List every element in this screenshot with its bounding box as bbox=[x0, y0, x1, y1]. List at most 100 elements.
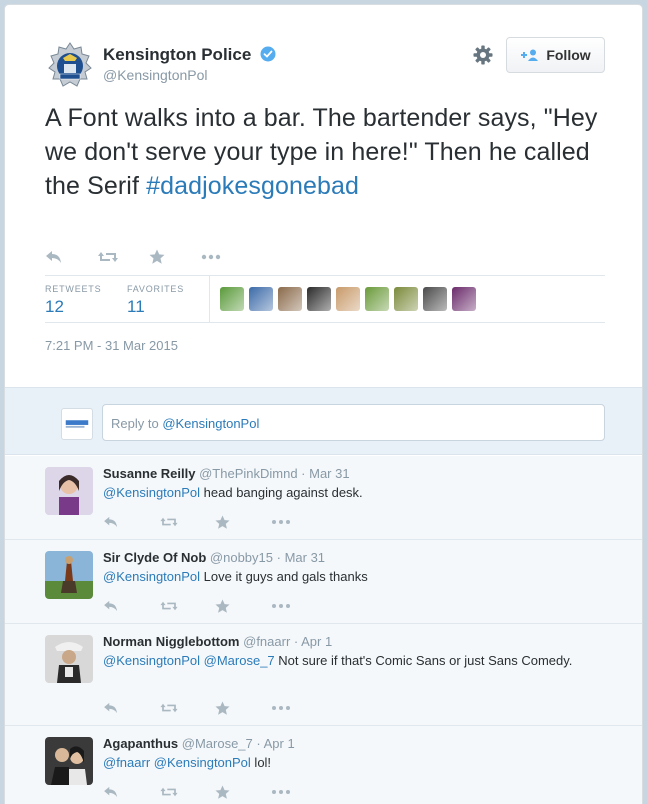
retweet-button[interactable] bbox=[159, 784, 215, 800]
reply-mentions[interactable]: @KensingtonPol bbox=[103, 485, 200, 500]
favorite-button[interactable] bbox=[149, 247, 201, 267]
reply-body: head banging against desk. bbox=[200, 485, 363, 500]
favorite-button[interactable] bbox=[215, 700, 271, 716]
display-name[interactable]: Kensington Police bbox=[103, 45, 276, 65]
retweet-button[interactable] bbox=[159, 514, 215, 530]
favorite-button[interactable] bbox=[215, 514, 271, 530]
favoriter-avatar[interactable] bbox=[423, 287, 447, 311]
favoriter-avatar[interactable] bbox=[278, 287, 302, 311]
reply-area: Reply to @KensingtonPol bbox=[5, 387, 642, 455]
more-button[interactable] bbox=[271, 598, 327, 614]
tweet-header: Kensington Police @KensingtonPol Follow bbox=[5, 5, 642, 105]
reply-avatar[interactable] bbox=[45, 737, 93, 785]
reply-author-handle[interactable]: @fnaarr bbox=[243, 634, 290, 649]
reply-mentions[interactable]: @KensingtonPol bbox=[103, 569, 200, 584]
user-avatar bbox=[61, 408, 93, 440]
verified-badge-icon bbox=[260, 46, 276, 62]
follow-button[interactable]: Follow bbox=[506, 37, 605, 73]
retweet-button[interactable] bbox=[97, 247, 149, 267]
reply-header: Agapanthus @Marose_7 · Apr 1 bbox=[103, 736, 295, 751]
stats-divider bbox=[209, 276, 210, 323]
reply-author-name[interactable]: Susanne Reilly bbox=[103, 466, 195, 481]
reply-header: Susanne Reilly @ThePinkDimnd · Mar 31 bbox=[103, 466, 350, 481]
tweet-timestamp[interactable]: 7:21 PM - 31 Mar 2015 bbox=[45, 338, 178, 353]
favorite-button[interactable] bbox=[215, 784, 271, 800]
reply-time[interactable]: Mar 31 bbox=[285, 550, 325, 565]
favorites-count[interactable]: 11 bbox=[127, 297, 184, 317]
police-badge-avatar[interactable] bbox=[47, 41, 93, 91]
retweets-count[interactable]: 12 bbox=[45, 297, 101, 317]
favoriter-avatar[interactable] bbox=[220, 287, 244, 311]
star-icon bbox=[215, 784, 230, 799]
reply-button[interactable] bbox=[103, 514, 159, 530]
more-dots-icon bbox=[272, 790, 290, 794]
reply-button[interactable] bbox=[103, 700, 159, 716]
favoriter-avatar[interactable] bbox=[394, 287, 418, 311]
reply-avatar[interactable] bbox=[45, 551, 93, 599]
reply-time[interactable]: Apr 1 bbox=[301, 634, 332, 649]
screen-name[interactable]: @KensingtonPol bbox=[103, 67, 208, 83]
reply-time[interactable]: Apr 1 bbox=[264, 736, 295, 751]
more-dots-icon bbox=[272, 520, 290, 524]
separator: · bbox=[252, 736, 264, 751]
reply-author-handle[interactable]: @Marose_7 bbox=[182, 736, 253, 751]
reply-author-handle[interactable]: @nobby15 bbox=[210, 550, 273, 565]
reply-item[interactable]: Susanne Reilly @ThePinkDimnd · Mar 31 @K… bbox=[5, 456, 642, 540]
favorites-label: FAVORITES bbox=[127, 284, 185, 294]
retweet-icon bbox=[98, 252, 118, 262]
reply-mentions[interactable]: @KensingtonPol @Marose_7 bbox=[103, 653, 275, 668]
reply-author-name[interactable]: Agapanthus bbox=[103, 736, 178, 751]
replies-list: Susanne Reilly @ThePinkDimnd · Mar 31 @K… bbox=[5, 456, 642, 804]
add-user-icon bbox=[521, 49, 539, 61]
reply-time[interactable]: Mar 31 bbox=[309, 466, 349, 481]
reply-input-mention: @KensingtonPol bbox=[162, 416, 260, 431]
gear-icon[interactable] bbox=[472, 44, 494, 66]
hashtag-link[interactable]: #dadjokesgonebad bbox=[146, 172, 359, 200]
reply-input[interactable]: Reply to @KensingtonPol bbox=[102, 404, 605, 441]
star-icon bbox=[215, 700, 230, 715]
reply-mentions[interactable]: @fnaarr @KensingtonPol bbox=[103, 755, 251, 770]
retweet-button[interactable] bbox=[159, 598, 215, 614]
reply-author-name[interactable]: Sir Clyde Of Nob bbox=[103, 550, 206, 565]
favoriter-avatar[interactable] bbox=[336, 287, 360, 311]
favoriter-avatar[interactable] bbox=[365, 287, 389, 311]
star-icon bbox=[149, 249, 165, 264]
more-button[interactable] bbox=[201, 247, 253, 267]
retweet-button[interactable] bbox=[159, 700, 215, 716]
reply-icon bbox=[104, 600, 117, 612]
reply-button[interactable] bbox=[103, 784, 159, 800]
display-name-text[interactable]: Kensington Police bbox=[103, 45, 251, 64]
reply-text: @KensingtonPol @Marose_7 Not sure if tha… bbox=[103, 652, 573, 670]
reply-avatar[interactable] bbox=[45, 635, 93, 683]
favoriter-avatar[interactable] bbox=[307, 287, 331, 311]
retweet-icon bbox=[160, 703, 178, 713]
retweets-stat[interactable]: RETWEETS 12 bbox=[45, 284, 101, 317]
favorites-stat[interactable]: FAVORITES 11 bbox=[127, 284, 184, 317]
reply-avatar[interactable] bbox=[45, 467, 93, 515]
more-dots-icon bbox=[272, 604, 290, 608]
reply-input-placeholder: Reply to bbox=[111, 416, 163, 431]
favoriter-avatar[interactable] bbox=[452, 287, 476, 311]
favoriter-avatars bbox=[220, 287, 476, 311]
separator: · bbox=[297, 466, 310, 481]
reply-icon bbox=[104, 786, 117, 798]
more-dots-icon bbox=[201, 254, 221, 260]
favoriter-avatar[interactable] bbox=[249, 287, 273, 311]
more-button[interactable] bbox=[271, 784, 327, 800]
reply-item[interactable]: Norman Nigglebottom @fnaarr · Apr 1 @Ken… bbox=[5, 624, 642, 726]
reply-item[interactable]: Agapanthus @Marose_7 · Apr 1 @fnaarr @Ke… bbox=[5, 726, 642, 804]
favorite-button[interactable] bbox=[215, 598, 271, 614]
reply-author-handle[interactable]: @ThePinkDimnd bbox=[199, 466, 297, 481]
reply-button[interactable] bbox=[103, 598, 159, 614]
more-dots-icon bbox=[272, 706, 290, 710]
reply-item[interactable]: Sir Clyde Of Nob @nobby15 · Mar 31 @Kens… bbox=[5, 540, 642, 624]
retweet-icon bbox=[160, 517, 178, 527]
reply-author-name[interactable]: Norman Nigglebottom bbox=[103, 634, 240, 649]
more-button[interactable] bbox=[271, 700, 327, 716]
star-icon bbox=[215, 598, 230, 613]
retweet-icon bbox=[160, 601, 178, 611]
more-button[interactable] bbox=[271, 514, 327, 530]
reply-button[interactable] bbox=[45, 247, 97, 267]
follow-label: Follow bbox=[546, 47, 591, 63]
reply-icon bbox=[46, 251, 61, 263]
